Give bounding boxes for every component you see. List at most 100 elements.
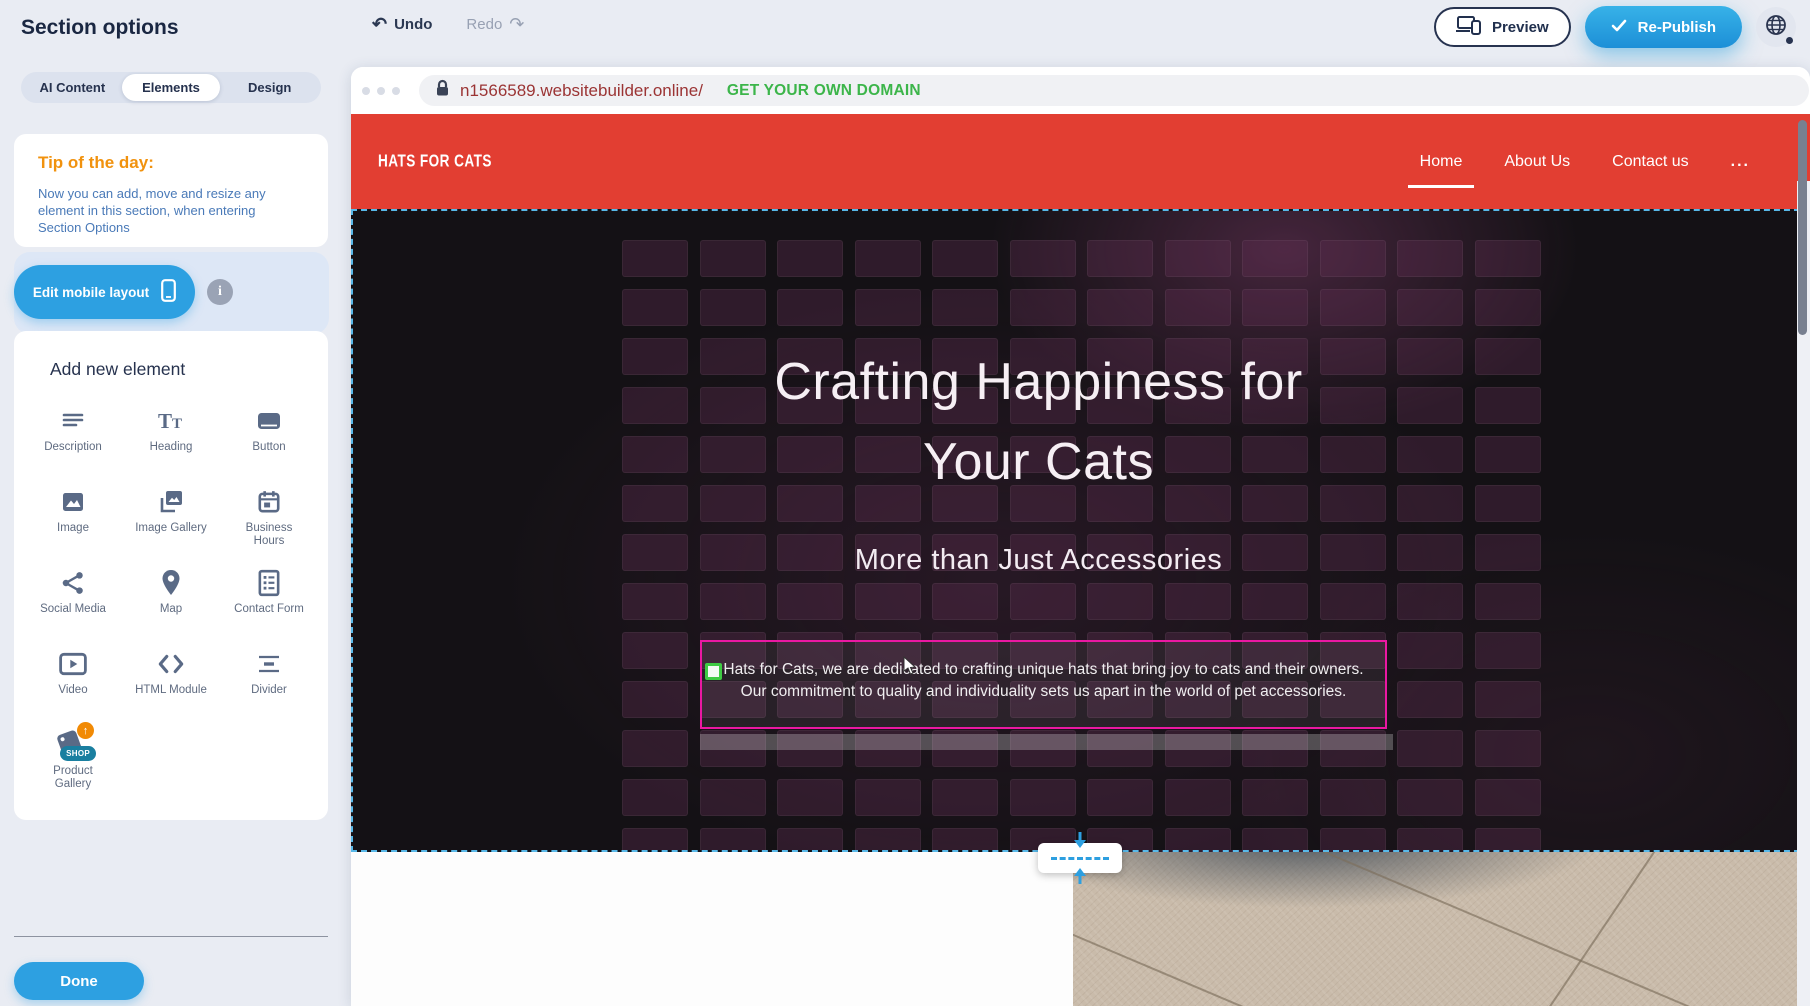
floor-grout-line (1073, 913, 1301, 1006)
globe-status-dot (1786, 37, 1793, 44)
element-item-heading[interactable]: TTHeading (122, 398, 220, 479)
section-resize-handle[interactable] (1038, 843, 1122, 873)
hero-tile (932, 289, 998, 326)
nav-about-us[interactable]: About Us (1504, 153, 1570, 171)
undo-label: Undo (394, 16, 432, 33)
element-item-button[interactable]: Button (220, 398, 318, 479)
window-dot (362, 87, 370, 95)
hero-tile (622, 730, 688, 767)
tab-design[interactable]: Design (220, 74, 319, 101)
drag-handle[interactable] (705, 663, 722, 680)
language-globe-button[interactable] (1756, 7, 1796, 47)
image-icon (58, 487, 88, 517)
element-item-social-media[interactable]: Social Media (24, 560, 122, 641)
done-button[interactable]: Done (14, 962, 144, 1000)
hero-tile (1242, 828, 1308, 852)
hero-tile (777, 240, 843, 277)
nav-home[interactable]: Home (1420, 153, 1463, 171)
republish-button[interactable]: Re-Publish (1585, 6, 1742, 48)
hero-tile (700, 779, 766, 816)
hero-tile (1010, 289, 1076, 326)
hero-tile (700, 240, 766, 277)
undo-button[interactable]: ↶ Undo (372, 15, 432, 33)
hero-tile (1010, 240, 1076, 277)
hero-tile (855, 240, 921, 277)
get-domain-link[interactable]: GET YOUR OWN DOMAIN (727, 82, 921, 100)
add-element-title: Add new element (50, 359, 318, 380)
element-item-image[interactable]: Image (24, 479, 122, 560)
selected-text-element[interactable]: Hats for Cats, we are dedicated to craft… (700, 640, 1387, 729)
hero-paragraph-line2: Our commitment to quality and individual… (702, 681, 1385, 703)
hero-tile (1087, 779, 1153, 816)
hero-tile (700, 828, 766, 852)
hero-tile (855, 828, 921, 852)
info-icon[interactable]: i (207, 279, 233, 305)
hero-tile (1397, 681, 1463, 718)
hero-tile (1475, 828, 1541, 852)
redo-button[interactable]: Redo ↷ (466, 15, 524, 33)
preview-button[interactable]: Preview (1434, 7, 1571, 47)
check-icon (1611, 19, 1627, 36)
element-item-contact-form[interactable]: Contact Form (220, 560, 318, 641)
element-item-video[interactable]: Video (24, 641, 122, 722)
shop-badge: SHOP (60, 746, 96, 761)
hero-tile (1397, 779, 1463, 816)
hero-tile (932, 583, 998, 620)
hero-section-selected[interactable]: Crafting Happiness for Your Cats More th… (351, 209, 1810, 852)
business-hours-icon (254, 487, 284, 517)
hero-tile (1397, 583, 1463, 620)
undo-icon: ↶ (372, 15, 387, 33)
edit-mobile-layout-button[interactable]: Edit mobile layout (14, 265, 195, 319)
window-dot (392, 87, 400, 95)
hero-tile (622, 828, 688, 852)
upgrade-arrow-badge: ↑ (77, 722, 94, 739)
next-section-photo[interactable] (1073, 852, 1797, 1006)
hero-tile (622, 632, 688, 669)
tab-ai-content[interactable]: AI Content (23, 74, 122, 101)
nav-contact-us[interactable]: Contact us (1612, 153, 1688, 171)
nav-more[interactable]: ... (1731, 153, 1750, 171)
site-logo[interactable]: HATS FOR CATS (378, 151, 492, 171)
hero-tile (1397, 289, 1463, 326)
element-item-label: Business Hours (231, 522, 307, 548)
hero-tile (1320, 240, 1386, 277)
phone-icon (161, 279, 176, 305)
hero-subheading[interactable]: More than Just Accessories (353, 544, 1724, 577)
topbar-actions: Preview Re-Publish (1434, 6, 1796, 48)
map-icon (156, 568, 186, 598)
hero-heading[interactable]: Crafting Happiness for Your Cats (353, 342, 1724, 502)
hero-tile (777, 828, 843, 852)
canvas-scrollbar-thumb[interactable] (1798, 120, 1807, 335)
element-item-label: Divider (251, 684, 287, 697)
element-item-label: Video (58, 684, 87, 697)
html-module-icon (156, 649, 186, 679)
next-section-white[interactable] (351, 852, 1073, 1006)
hero-tile (1087, 583, 1153, 620)
element-item-map[interactable]: Map (122, 560, 220, 641)
element-item-divider[interactable]: Divider (220, 641, 318, 722)
redo-label: Redo (466, 16, 502, 33)
redo-icon: ↷ (509, 15, 524, 33)
site-header[interactable]: HATS FOR CATS Home About Us Contact us .… (351, 114, 1810, 209)
element-item-image-gallery[interactable]: Image Gallery (122, 479, 220, 560)
contact-form-icon (254, 568, 284, 598)
element-item-business-hours[interactable]: Business Hours (220, 479, 318, 560)
hero-tile (1242, 583, 1308, 620)
hero-tile (1165, 583, 1231, 620)
element-item-description[interactable]: Description (24, 398, 122, 479)
element-item-product-gallery[interactable]: SHOP↑Product Gallery (24, 722, 122, 803)
hero-paragraph-line1: Hats for Cats, we are dedicated to craft… (702, 659, 1385, 681)
tab-elements[interactable]: Elements (122, 74, 221, 101)
url-bar[interactable]: n1566589.websitebuilder.online/ GET YOUR… (419, 75, 1809, 106)
window-controls (362, 87, 400, 95)
element-item-label: Heading (150, 441, 193, 454)
edit-mobile-label: Edit mobile layout (33, 285, 149, 300)
hero-tile (1242, 779, 1308, 816)
hero-tile (1242, 240, 1308, 277)
hero-tile (777, 583, 843, 620)
hero-tile (855, 289, 921, 326)
resize-dash-line (1051, 857, 1109, 860)
element-item-html-module[interactable]: HTML Module (122, 641, 220, 722)
description-icon (58, 406, 88, 436)
hero-tile (1475, 730, 1541, 767)
